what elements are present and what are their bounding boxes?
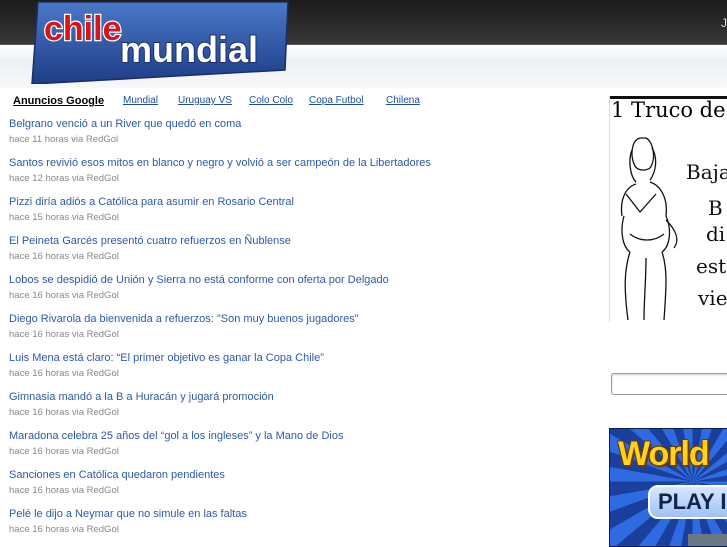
ad-headline: 1 Truco de <box>611 98 726 122</box>
site-logo[interactable]: chile mundial <box>30 0 292 84</box>
play-now-button[interactable]: PLAY I <box>648 485 727 519</box>
search-input[interactable] <box>611 373 727 395</box>
news-item: Belgrano venció a un River que quedó en … <box>9 118 599 157</box>
news-item: Gimnasia mandó a la B a Huracán y jugará… <box>9 391 599 430</box>
ad-word: B <box>708 196 723 220</box>
news-item: Maradona celebra 25 años del “gol a los … <box>9 430 599 469</box>
nav-link-chilena[interactable]: Chilena <box>386 95 420 106</box>
logo-word-chile: chile <box>44 10 121 48</box>
news-title-link[interactable]: Luis Mena está claro: “El primer objetiv… <box>9 352 599 365</box>
news-meta: hace 16 horas via RedGol <box>9 329 119 340</box>
news-meta: hace 16 horas via RedGol <box>9 368 119 379</box>
news-title-link[interactable]: El Peineta Garcés presentó cuatro refuer… <box>9 235 599 248</box>
news-title-link[interactable]: Diego Rivarola da bienvenida a refuerzos… <box>9 313 599 326</box>
news-title-link[interactable]: Pelé le dijo a Neymar que no simule en l… <box>9 508 599 521</box>
news-list: Belgrano venció a un River que quedó en … <box>9 118 599 547</box>
nav-link-copa-futbol[interactable]: Copa Futbol <box>309 95 363 106</box>
play-button-label: PLAY I <box>658 489 727 514</box>
news-item: El Peineta Garcés presentó cuatro refuer… <box>9 235 599 274</box>
news-title-link[interactable]: Santos revivió esos mitos en blanco y ne… <box>9 157 599 170</box>
ad-word: vie <box>698 286 727 310</box>
news-item: Pizzi diría adiós a Católica para asumir… <box>9 196 599 235</box>
news-meta: hace 11 horas via RedGol <box>9 134 119 145</box>
news-item: Diego Rivarola da bienvenida a refuerzos… <box>9 313 599 352</box>
nav-link-uruguay-vs[interactable]: Uruguay VS <box>178 95 232 106</box>
ad-word: Baja <box>686 160 727 184</box>
ad-word: di <box>706 222 726 246</box>
news-title-link[interactable]: Gimnasia mandó a la B a Huracán y jugará… <box>9 391 599 404</box>
side-ad-banner[interactable]: 1 Truco de Baja B di esto vie <box>609 96 727 322</box>
news-meta: hace 15 horas via RedGol <box>9 212 119 223</box>
news-item: Luis Mena está claro: “El primer objetiv… <box>9 352 599 391</box>
news-meta: hace 12 horas via RedGol <box>9 173 119 184</box>
news-meta: hace 16 horas via RedGol <box>9 524 119 535</box>
news-title-link[interactable]: Pizzi diría adiós a Católica para asumir… <box>9 196 599 209</box>
news-meta: hace 16 horas via RedGol <box>9 290 119 301</box>
news-meta: hace 16 horas via RedGol <box>9 485 119 496</box>
ads-heading: Anuncios Google <box>13 95 105 107</box>
game-ad-title: World <box>618 435 710 473</box>
news-title-link[interactable]: Lobos se despidió de Unión y Sierra no e… <box>9 274 599 287</box>
site-header: J chile mundial <box>0 0 727 88</box>
woman-sketch-icon <box>620 137 678 321</box>
news-title-link[interactable]: Belgrano venció a un River que quedó en … <box>9 118 599 131</box>
nav-link-colo-colo[interactable]: Colo Colo <box>249 95 293 106</box>
news-item: Lobos se despidió de Unión y Sierra no e… <box>9 274 599 313</box>
news-item: Pelé le dijo a Neymar que no simule en l… <box>9 508 599 547</box>
news-title-link[interactable]: Sanciones en Católica quedaron pendiente… <box>9 469 599 482</box>
game-ad-banner[interactable]: World PLAY I <box>609 428 727 547</box>
top-bar-text[interactable]: J <box>721 16 727 30</box>
nav-link-mundial[interactable]: Mundial <box>123 95 158 106</box>
ad-word: esto <box>696 254 727 278</box>
logo-word-mundial: mundial <box>120 29 258 70</box>
ad-bottom-strip <box>688 534 727 546</box>
news-title-link[interactable]: Maradona celebra 25 años del “gol a los … <box>9 430 599 443</box>
news-item: Sanciones en Católica quedaron pendiente… <box>9 469 599 508</box>
news-meta: hace 16 horas via RedGol <box>9 407 119 418</box>
news-meta: hace 16 horas via RedGol <box>9 446 119 457</box>
news-meta: hace 16 horas via RedGol <box>9 251 119 262</box>
news-item: Santos revivió esos mitos en blanco y ne… <box>9 157 599 196</box>
ad-links-bar: Anuncios Google Mundial Uruguay VS Colo … <box>0 92 600 110</box>
